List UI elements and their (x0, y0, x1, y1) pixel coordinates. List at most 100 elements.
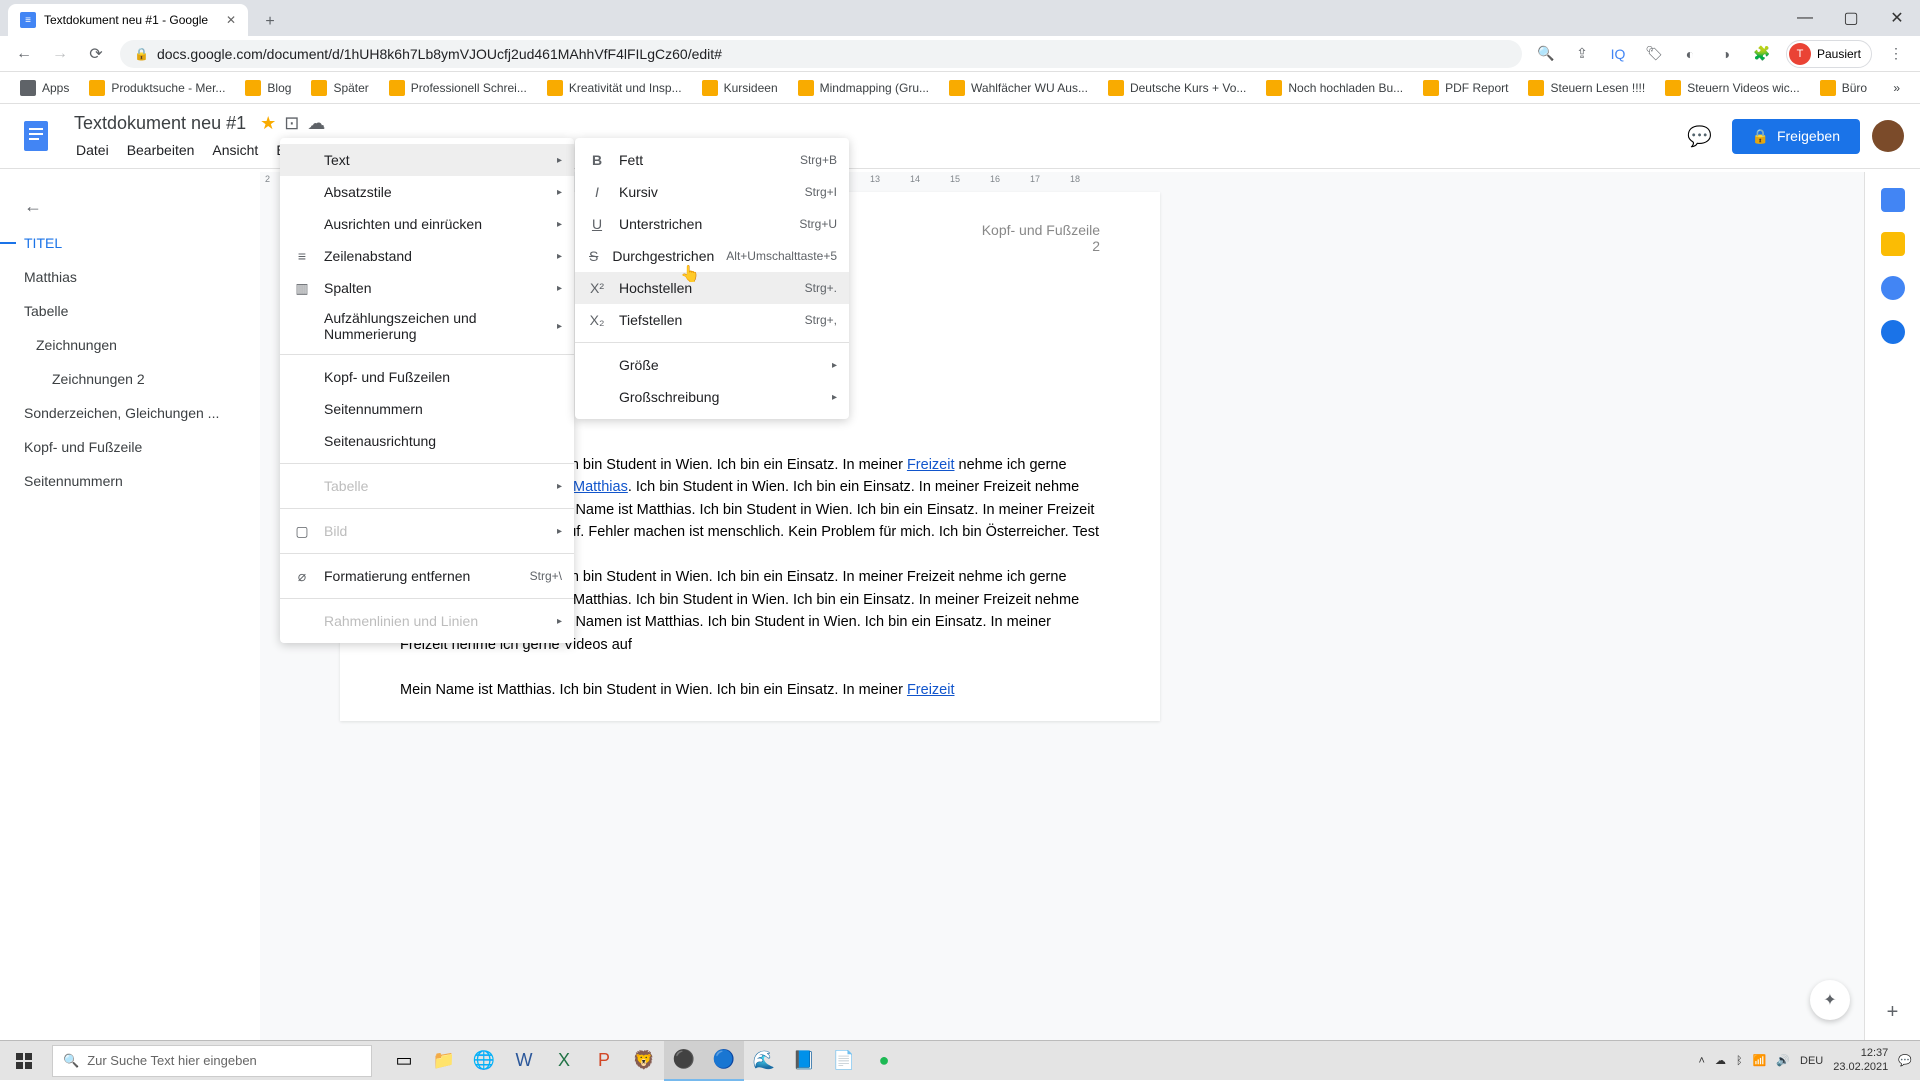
profile-paused-button[interactable]: T Pausiert (1786, 40, 1872, 68)
contacts-icon[interactable] (1881, 320, 1905, 344)
onedrive-icon[interactable]: ☁ (1715, 1054, 1726, 1067)
outline-item[interactable]: Seitennummern (8, 465, 252, 497)
explore-button[interactable]: ✦ (1810, 980, 1850, 1020)
menu-ansicht[interactable]: Ansicht (204, 138, 266, 162)
ext3-icon[interactable]: ◐ (1678, 42, 1702, 66)
bookmark-item[interactable]: Deutsche Kurs + Vo... (1100, 76, 1254, 100)
brave-icon[interactable]: 🦁 (624, 1041, 664, 1081)
volume-icon[interactable]: 🔊 (1776, 1054, 1790, 1067)
bookmark-apps[interactable]: Apps (12, 76, 77, 100)
outline-item[interactable]: Zeichnungen (8, 329, 252, 361)
share-button[interactable]: 🔒 Freigeben (1732, 119, 1860, 154)
format-text[interactable]: Text▸ (280, 144, 574, 176)
format-bullets[interactable]: Aufzählungszeichen und Nummerierung▸ (280, 304, 574, 348)
ext2-icon[interactable]: 🏷 (1642, 42, 1666, 66)
format-page-numbers[interactable]: Seitennummern (280, 393, 574, 425)
text-size[interactable]: Größe▸ (575, 349, 849, 381)
wifi-icon[interactable]: 📶 (1753, 1054, 1767, 1067)
doc-title[interactable]: Textdokument neu #1 (68, 111, 252, 136)
edge2-icon[interactable]: 🌊 (744, 1041, 784, 1081)
taskbar-search[interactable]: 🔍 Zur Suche Text hier eingeben (52, 1045, 372, 1077)
new-tab-button[interactable]: + (256, 8, 284, 36)
ext4-icon[interactable]: ◑ (1714, 42, 1738, 66)
excel-icon[interactable]: X (544, 1041, 584, 1081)
back-button[interactable]: ← (12, 42, 36, 66)
bookmark-item[interactable]: PDF Report (1415, 76, 1516, 100)
bookmark-item[interactable]: Kreativität und Insp... (539, 76, 690, 100)
link-matthias[interactable]: Matthias (573, 479, 628, 495)
format-zeilenabstand[interactable]: ≡Zeilenabstand▸ (280, 240, 574, 272)
clock[interactable]: 12:37 23.02.2021 (1833, 1047, 1888, 1073)
notepad-icon[interactable]: 📄 (824, 1041, 864, 1081)
add-icon[interactable]: + (1881, 1000, 1905, 1024)
browser-tab[interactable]: ≡ Textdokument neu #1 - Google ✕ (8, 4, 248, 36)
tray-chevron-icon[interactable]: ˄ (1699, 1055, 1705, 1067)
outline-back-button[interactable]: ← (8, 188, 252, 225)
close-window-button[interactable]: ✕ (1874, 0, 1920, 36)
outline-item[interactable]: Tabelle (8, 295, 252, 327)
ext1-icon[interactable]: IQ (1606, 42, 1630, 66)
start-button[interactable] (0, 1041, 48, 1081)
share-icon[interactable]: ⇪ (1570, 42, 1594, 66)
text-capitalization[interactable]: Großschreibung▸ (575, 381, 849, 413)
format-ausrichten[interactable]: Ausrichten und einrücken▸ (280, 208, 574, 240)
user-avatar[interactable] (1872, 120, 1904, 152)
notifications-icon[interactable]: 💬 (1898, 1054, 1912, 1067)
text-underline[interactable]: UUnterstrichenStrg+U (575, 208, 849, 240)
chrome-icon[interactable]: 🔵 (704, 1041, 744, 1081)
move-icon[interactable]: ⊡ (284, 113, 299, 134)
keep-icon[interactable] (1881, 232, 1905, 256)
star-icon[interactable]: ★ (260, 113, 276, 134)
url-bar[interactable]: 🔒 docs.google.com/document/d/1hUH8k6h7Lb… (120, 40, 1522, 68)
format-page-orientation[interactable]: Seitenausrichtung (280, 425, 574, 457)
language-indicator[interactable]: DEU (1800, 1055, 1823, 1067)
bookmark-item[interactable]: Steuern Lesen !!!! (1520, 76, 1653, 100)
outline-item[interactable]: Kopf- und Fußzeile (8, 431, 252, 463)
menu-datei[interactable]: Datei (68, 138, 117, 162)
bookmark-item[interactable]: Produktsuche - Mer... (81, 76, 233, 100)
bookmark-item[interactable]: Steuern Videos wic... (1657, 76, 1808, 100)
reload-button[interactable]: ⟳ (84, 42, 108, 66)
bookmarks-overflow[interactable]: » (1885, 77, 1908, 99)
format-absatzstile[interactable]: Absatzstile▸ (280, 176, 574, 208)
menu-icon[interactable]: ⋮ (1884, 42, 1908, 66)
text-bold[interactable]: BFettStrg+B (575, 144, 849, 176)
bookmark-item[interactable]: Später (303, 76, 376, 100)
edge-icon[interactable]: 🌐 (464, 1041, 504, 1081)
outline-item[interactable]: TITEL (8, 227, 252, 259)
bookmark-item[interactable]: Noch hochladen Bu... (1258, 76, 1411, 100)
obs-icon[interactable]: ⚫ (664, 1041, 704, 1081)
explorer-icon[interactable]: 📁 (424, 1041, 464, 1081)
minimize-button[interactable]: — (1782, 0, 1828, 36)
docs-logo[interactable] (16, 116, 56, 156)
outline-item[interactable]: Zeichnungen 2 (8, 363, 252, 395)
bookmark-item[interactable]: Wahlfächer WU Aus... (941, 76, 1096, 100)
task-view-button[interactable]: ▭ (384, 1041, 424, 1081)
format-spalten[interactable]: ▥Spalten▸ (280, 272, 574, 304)
maximize-button[interactable]: ▢ (1828, 0, 1874, 36)
bookmark-item[interactable]: Blog (237, 76, 299, 100)
bookmark-item[interactable]: Professionell Schrei... (381, 76, 535, 100)
text-italic[interactable]: IKursivStrg+I (575, 176, 849, 208)
close-icon[interactable]: ✕ (226, 13, 236, 27)
bluetooth-icon[interactable]: ᛒ (1736, 1055, 1743, 1067)
outline-item[interactable]: Matthias (8, 261, 252, 293)
text-superscript[interactable]: X²HochstellenStrg+. (575, 272, 849, 304)
bookmark-item[interactable]: Büro (1812, 76, 1875, 100)
outline-item[interactable]: Sonderzeichen, Gleichungen ... (8, 397, 252, 429)
app-icon[interactable]: 📘 (784, 1041, 824, 1081)
cloud-icon[interactable]: ☁ (307, 113, 325, 134)
link-freizeit[interactable]: Freizeit (907, 682, 955, 698)
text-strike[interactable]: SDurchgestrichenAlt+Umschalttaste+5 (575, 240, 849, 272)
bookmark-item[interactable]: Kursideen (694, 76, 786, 100)
spotify-icon[interactable]: ● (864, 1041, 904, 1081)
zoom-icon[interactable]: 🔍 (1534, 42, 1558, 66)
extensions-icon[interactable]: 🧩 (1750, 42, 1774, 66)
comments-button[interactable]: 💬 (1680, 116, 1720, 156)
bookmark-item[interactable]: Mindmapping (Gru... (790, 76, 937, 100)
link-freizeit[interactable]: Freizeit (907, 457, 955, 473)
menu-bearbeiten[interactable]: Bearbeiten (119, 138, 203, 162)
tasks-icon[interactable] (1881, 276, 1905, 300)
word-icon[interactable]: W (504, 1041, 544, 1081)
forward-button[interactable]: → (48, 42, 72, 66)
